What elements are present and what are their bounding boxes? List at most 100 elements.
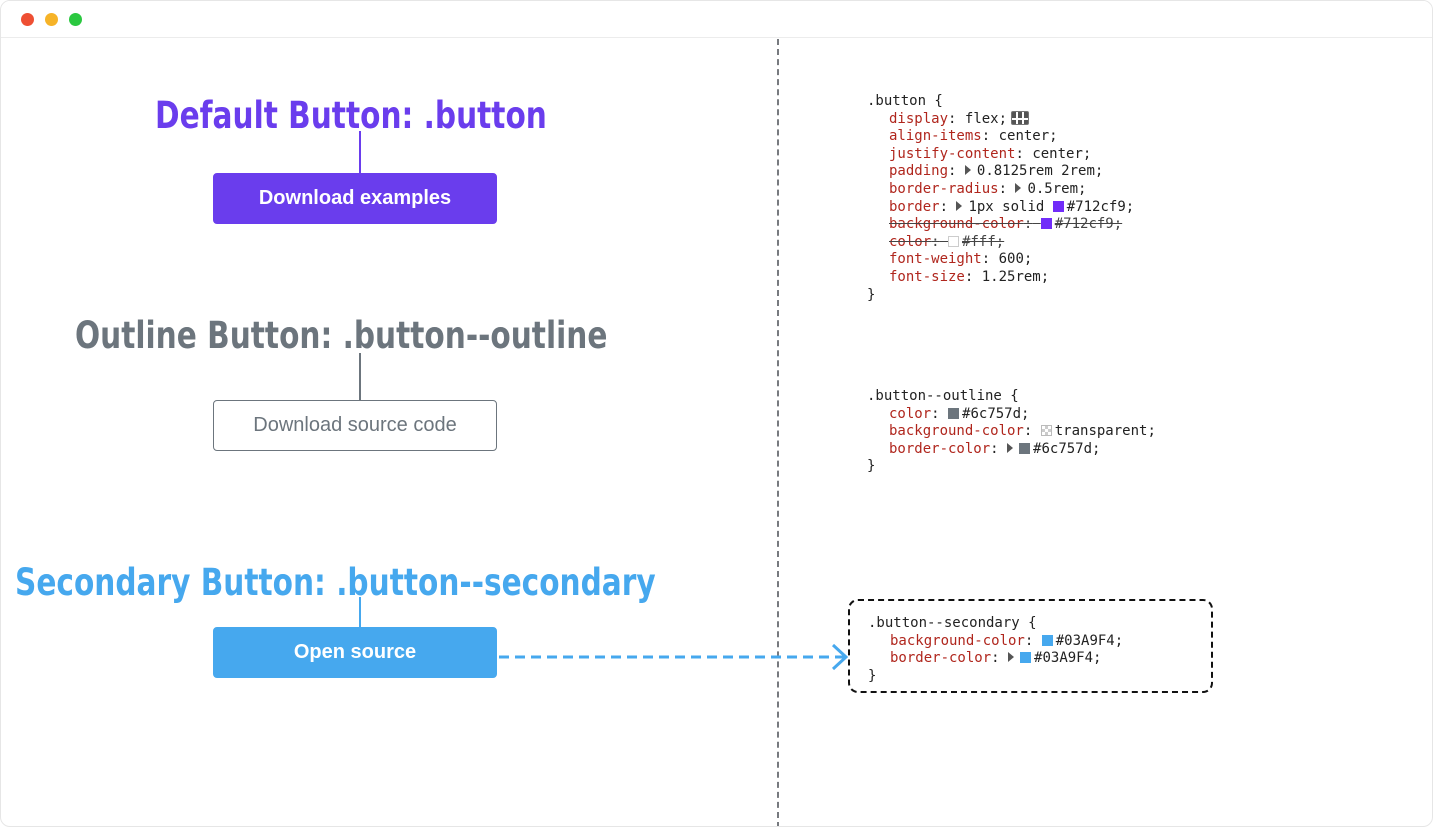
app-window: Default Button: .button Download example… (0, 0, 1433, 827)
css-property: justify-content (889, 145, 1016, 162)
css-decl-justify-content: justify-content: center; (867, 146, 1134, 164)
css-colon: : (939, 198, 949, 215)
css-decl-border: border: 1px solid #712cf9; (867, 199, 1134, 217)
arrow-right-icon (499, 643, 849, 671)
panel-divider (777, 39, 779, 826)
css-value: center; (1032, 145, 1092, 162)
color-swatch-icon[interactable] (948, 235, 960, 247)
css-decl-font-weight: font-weight: 600; (867, 251, 1134, 269)
css-colon: : (931, 233, 940, 250)
css-colon: : (948, 163, 957, 180)
css-decl-border-color: border-color: #03A9F4; (868, 650, 1123, 668)
css-colon: : (990, 440, 999, 457)
css-value: #6c757d; (962, 405, 1030, 422)
css-property: background-color (889, 216, 1024, 233)
css-close-brace: } (868, 667, 877, 684)
outline-button-heading: Outline Button: .button--outline (75, 314, 608, 357)
css-property: border-color (889, 440, 991, 457)
css-decl-background-color: background-color: transparent; (867, 423, 1156, 441)
secondary-button-heading: Secondary Button: .button--secondary (15, 561, 656, 604)
css-colon: : (998, 180, 1008, 197)
css-decl-color-overridden: color: #fff; (867, 234, 1134, 252)
expand-triangle-icon[interactable] (956, 200, 963, 211)
css-property: padding (889, 163, 949, 180)
default-connector-line (359, 131, 361, 173)
default-button-heading: Default Button: .button (155, 94, 547, 137)
css-property: display (889, 110, 949, 127)
button-secondary-css-rule: .button--secondary { background-color: #… (868, 615, 1123, 685)
outline-connector-line (359, 353, 361, 401)
css-colon: : (981, 128, 991, 145)
css-decl-border-radius: border-radius: 0.5rem; (867, 181, 1134, 199)
css-decl-font-size: font-size: 1.25rem; (867, 269, 1134, 287)
css-close-brace: } (867, 286, 876, 303)
css-selector: .button { (867, 93, 943, 109)
css-value: #03A9F4; (1034, 650, 1102, 667)
button-outline-css-rule: .button--outline { color: #6c757d; backg… (867, 388, 1156, 476)
css-colon: : (1023, 216, 1033, 233)
expand-triangle-icon[interactable] (1015, 182, 1022, 193)
title-bar (1, 1, 1432, 38)
css-decl-color: color: #6c757d; (867, 406, 1156, 424)
color-swatch-icon[interactable] (1052, 200, 1064, 212)
close-window-button[interactable] (21, 13, 34, 26)
zoom-window-button[interactable] (69, 13, 82, 26)
css-selector: .button--secondary { (868, 615, 1037, 631)
css-property: font-size (889, 268, 965, 285)
css-colon: : (948, 110, 957, 127)
css-property: background-color (889, 423, 1024, 440)
color-swatch-icon[interactable] (1019, 442, 1031, 454)
download-examples-button[interactable]: Download examples (213, 173, 497, 224)
css-property: background-color (890, 632, 1025, 649)
css-property: color (889, 405, 932, 422)
flexbox-editor-icon[interactable] (1011, 110, 1030, 125)
css-value: #03A9F4; (1055, 632, 1124, 649)
css-value: #712cf9; (1054, 216, 1123, 233)
css-property: border-radius (889, 180, 999, 197)
expand-triangle-icon[interactable] (964, 165, 971, 176)
css-value: 1px solid (968, 198, 1045, 215)
css-close-brace: } (867, 458, 876, 475)
css-selector: .button--outline { (867, 388, 1019, 404)
css-decl-border-color: border-color: #6c757d; (867, 441, 1156, 459)
download-source-code-button[interactable]: Download source code (213, 400, 497, 451)
css-value: flex; (964, 110, 1008, 127)
color-swatch-icon[interactable] (1040, 218, 1052, 230)
css-decl-background-color-overridden: background-color: #712cf9; (867, 216, 1134, 234)
css-colon: : (1024, 632, 1034, 649)
css-colon: : (1023, 423, 1033, 440)
css-property: align-items (889, 128, 982, 145)
css-value: #fff; (962, 233, 1005, 250)
css-colon: : (981, 251, 991, 268)
color-swatch-icon[interactable] (1041, 634, 1053, 646)
css-property: color (889, 233, 932, 250)
css-value: 0.8125rem 2rem; (976, 163, 1104, 180)
css-value: 0.5rem; (1027, 180, 1087, 197)
css-value: center; (998, 128, 1058, 145)
css-value: 1.25rem; (981, 268, 1050, 285)
open-source-button[interactable]: Open source (213, 627, 497, 678)
css-decl-align-items: align-items: center; (867, 128, 1134, 146)
expand-triangle-icon[interactable] (1008, 652, 1015, 663)
css-property: border-color (890, 650, 992, 667)
button-css-rule: .button { display: flex; align-items: ce… (867, 93, 1134, 304)
css-colon: : (931, 405, 940, 422)
expand-triangle-icon[interactable] (1007, 442, 1014, 453)
transparent-swatch-icon[interactable] (1040, 425, 1052, 437)
color-swatch-icon[interactable] (948, 407, 960, 419)
css-value: transparent; (1054, 423, 1156, 440)
secondary-connector-line (359, 597, 361, 627)
minimize-window-button[interactable] (45, 13, 58, 26)
css-colon: : (1015, 145, 1024, 162)
css-decl-padding: padding: 0.8125rem 2rem; (867, 163, 1134, 181)
css-value: 600; (998, 251, 1033, 268)
css-decl-display: display: flex; (867, 110, 1134, 129)
css-property: font-weight (889, 251, 982, 268)
css-value: #712cf9; (1066, 198, 1135, 215)
color-swatch-icon[interactable] (1020, 652, 1032, 664)
css-value: #6c757d; (1033, 440, 1101, 457)
css-colon: : (991, 650, 1000, 667)
css-property: border (889, 198, 940, 215)
css-decl-background-color: background-color: #03A9F4; (868, 633, 1123, 651)
css-colon: : (964, 268, 974, 285)
